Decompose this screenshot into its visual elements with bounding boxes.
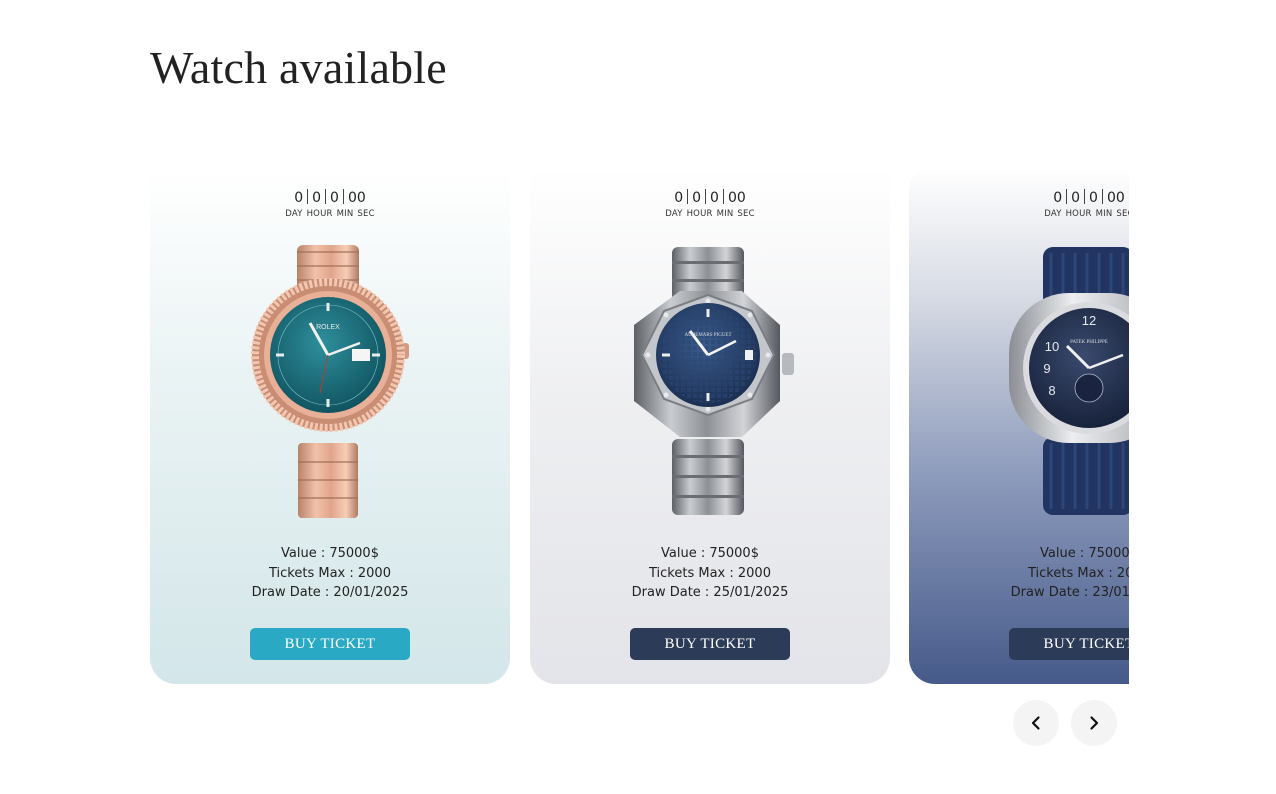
carousel-prev-button[interactable] xyxy=(1013,700,1059,746)
countdown-sec-label: SEC xyxy=(1116,209,1129,219)
watch-image-patek-philippe: 12 9 10 8 PATEK PHILIPPE xyxy=(1009,247,1129,515)
watch-image-rolex: ROLEX xyxy=(251,245,409,518)
countdown-timer: 00000 DAYHOURMINSEC xyxy=(909,189,1129,219)
watch-value: Value : 75000$ xyxy=(1040,546,1129,561)
countdown-day-label: DAY xyxy=(285,209,303,219)
chevron-left-icon xyxy=(1031,716,1040,730)
tickets-max: Tickets Max : 2000 xyxy=(649,565,771,581)
countdown-minutes: 0 xyxy=(1089,190,1098,206)
rolex-brand-mark: ROLEX xyxy=(316,324,340,331)
watch-carousel: 0 0 0 00 DAY HOUR MIN SEC ROLEX Value: … xyxy=(150,168,1129,688)
watch-card: 00000 DAYHOURMINSEC xyxy=(150,168,510,684)
countdown-sec-label: SEC xyxy=(737,209,755,219)
watch-info: Value : 75000$ Tickets Max : 2000 Draw D… xyxy=(150,544,510,603)
watch-value: Value : 75000$ xyxy=(281,546,379,561)
watch-card: 00000 DAYHOURMINSEC xyxy=(530,168,890,684)
countdown-hours: 0 xyxy=(692,190,702,206)
countdown-days: 0 xyxy=(1053,190,1063,206)
countdown-minutes: 0 xyxy=(330,190,339,206)
watch-image-audemars-piguet: AUDEMARS PIGUET xyxy=(634,247,794,515)
draw-date: Draw Date : 23/01/2025 xyxy=(1010,585,1129,600)
watch-info: Value : 75000$ Tickets Max : 2000 Draw D… xyxy=(530,544,890,603)
patek-brand-mark: PATEK PHILIPPE xyxy=(1070,340,1108,345)
countdown-timer: 00000 DAYHOURMINSEC xyxy=(150,189,510,219)
countdown-hour-label: HOUR xyxy=(306,209,333,219)
countdown-day-label: DAY xyxy=(665,209,683,219)
countdown-min-label: MIN xyxy=(716,209,734,219)
countdown-days: 0 xyxy=(294,190,304,206)
svg-text:10: 10 xyxy=(1045,339,1059,354)
draw-date: Draw Date : 20/01/2025 xyxy=(251,585,409,600)
countdown-hour-label: HOUR xyxy=(1065,209,1092,219)
svg-text:12: 12 xyxy=(1082,313,1096,328)
page-title: Watch available xyxy=(150,42,447,93)
ap-brand-mark: AUDEMARS PIGUET xyxy=(684,333,731,338)
watch-info: Value : 75000$ Tickets Max : 2000 Draw D… xyxy=(909,544,1129,603)
watch-card: 00000 DAYHOURMINSEC xyxy=(909,168,1129,684)
countdown-hours: 0 xyxy=(1071,190,1081,206)
buy-ticket-button[interactable]: BUY TICKET xyxy=(1009,628,1129,660)
countdown-seconds: 00 xyxy=(727,190,746,206)
buy-ticket-button[interactable]: BUY TICKET xyxy=(630,628,790,660)
countdown-min-label: MIN xyxy=(1095,209,1113,219)
countdown-day-label: DAY xyxy=(1044,209,1062,219)
countdown-hours: 0 xyxy=(312,190,322,206)
countdown-seconds: 00 xyxy=(1106,190,1125,206)
svg-text:8: 8 xyxy=(1048,383,1055,398)
countdown-min-label: MIN xyxy=(336,209,354,219)
watch-value: Value : 75000$ xyxy=(661,546,759,561)
countdown-hour-label: HOUR xyxy=(686,209,713,219)
countdown-seconds: 00 xyxy=(347,190,366,206)
countdown-minutes: 0 xyxy=(710,190,719,206)
countdown-timer: 00000 DAYHOURMINSEC xyxy=(530,189,890,219)
tickets-max: Tickets Max : 2000 xyxy=(1028,565,1129,581)
svg-text:9: 9 xyxy=(1043,361,1050,376)
tickets-max: Tickets Max : 2000 xyxy=(269,565,391,581)
countdown-sec-label: SEC xyxy=(357,209,375,219)
chevron-right-icon xyxy=(1090,716,1099,730)
countdown-days: 0 xyxy=(674,190,684,206)
buy-ticket-button[interactable]: BUY TICKET xyxy=(250,628,410,660)
carousel-next-button[interactable] xyxy=(1071,700,1117,746)
draw-date: Draw Date : 25/01/2025 xyxy=(631,585,789,600)
